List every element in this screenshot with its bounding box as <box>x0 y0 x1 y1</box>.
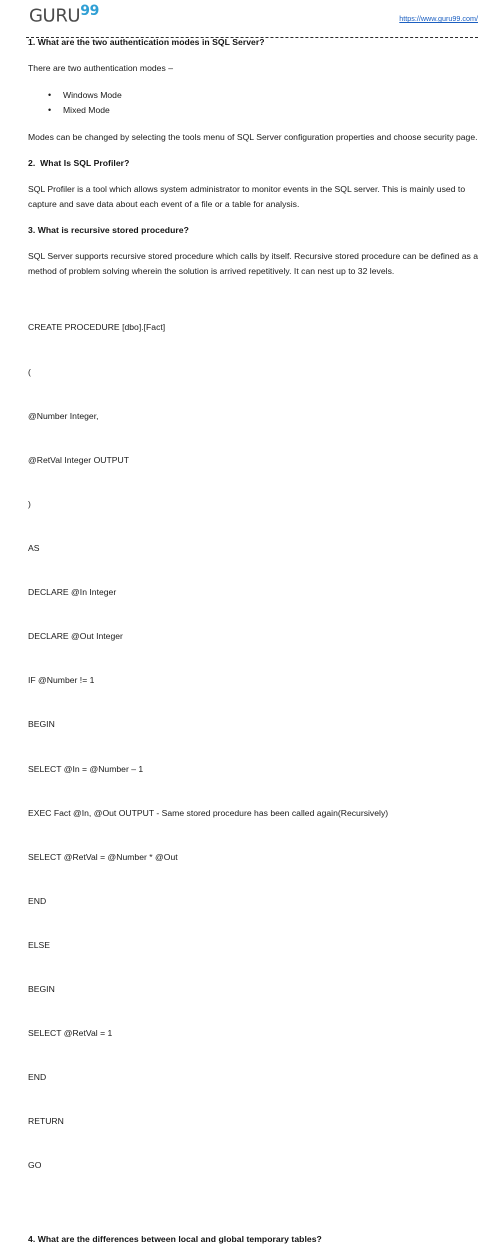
code-line: CREATE PROCEDURE [dbo].[Fact] <box>28 322 166 333</box>
document-page: GURU99 https://www.guru99.com/ 1. What a… <box>0 0 504 1244</box>
site-url-link[interactable]: https://www.guru99.com/ <box>399 14 478 23</box>
recursive-procedure-code: CREATE PROCEDURE [dbo].[Fact] ( @Number … <box>28 291 480 1203</box>
list-item: Mixed Mode <box>28 103 480 118</box>
question-1-heading: 1. What are the two authentication modes… <box>28 37 265 47</box>
question-2-answer: SQL Profiler is a tool which allows syst… <box>28 184 466 209</box>
code-line: RETURN <box>28 1116 64 1127</box>
code-line: AS <box>28 542 40 553</box>
question-4-heading: 4. What are the differences between loca… <box>28 1233 322 1244</box>
code-line: @RetVal Integer OUTPUT <box>28 454 129 465</box>
document-content: 1. What are the two authentication modes… <box>28 36 480 1258</box>
page-header: GURU99 https://www.guru99.com/ <box>0 0 504 38</box>
list-item: Windows Mode <box>28 88 480 103</box>
code-line: @Number Integer, <box>28 410 99 421</box>
code-line: BEGIN <box>28 719 55 730</box>
code-line: SELECT @RetVal = @Number * @Out <box>28 851 178 862</box>
code-line: EXEC Fact @In, @Out OUTPUT - Same stored… <box>28 807 389 818</box>
logo-number: 99 <box>80 3 100 19</box>
code-line: BEGIN <box>28 984 55 995</box>
question-1-intro: There are two authentication modes – <box>28 63 173 73</box>
code-line: END <box>28 1072 47 1083</box>
question-3-heading: 3. What is recursive stored procedure? <box>28 225 189 235</box>
logo-wordmark: GURU <box>29 5 81 27</box>
code-line: IF @Number != 1 <box>28 675 95 686</box>
code-line: GO <box>28 1160 42 1171</box>
code-line: SELECT @RetVal = 1 <box>28 1028 113 1039</box>
guru99-logo: GURU99 <box>29 1 99 27</box>
code-line: SELECT @In = @Number – 1 <box>28 763 144 774</box>
code-line: DECLARE @Out Integer <box>28 631 123 642</box>
code-line: ELSE <box>28 939 51 950</box>
question-1-closing: Modes can be changed by selecting the to… <box>28 132 478 142</box>
code-line: DECLARE @In Integer <box>28 587 117 598</box>
code-line: ( <box>28 366 31 377</box>
question-2-heading: 2. What Is SQL Profiler? <box>28 158 130 168</box>
code-line: END <box>28 895 47 906</box>
authentication-modes-list: Windows Mode Mixed Mode <box>28 88 480 118</box>
code-line: ) <box>28 498 31 509</box>
question-3-answer: SQL Server supports recursive stored pro… <box>28 251 479 276</box>
